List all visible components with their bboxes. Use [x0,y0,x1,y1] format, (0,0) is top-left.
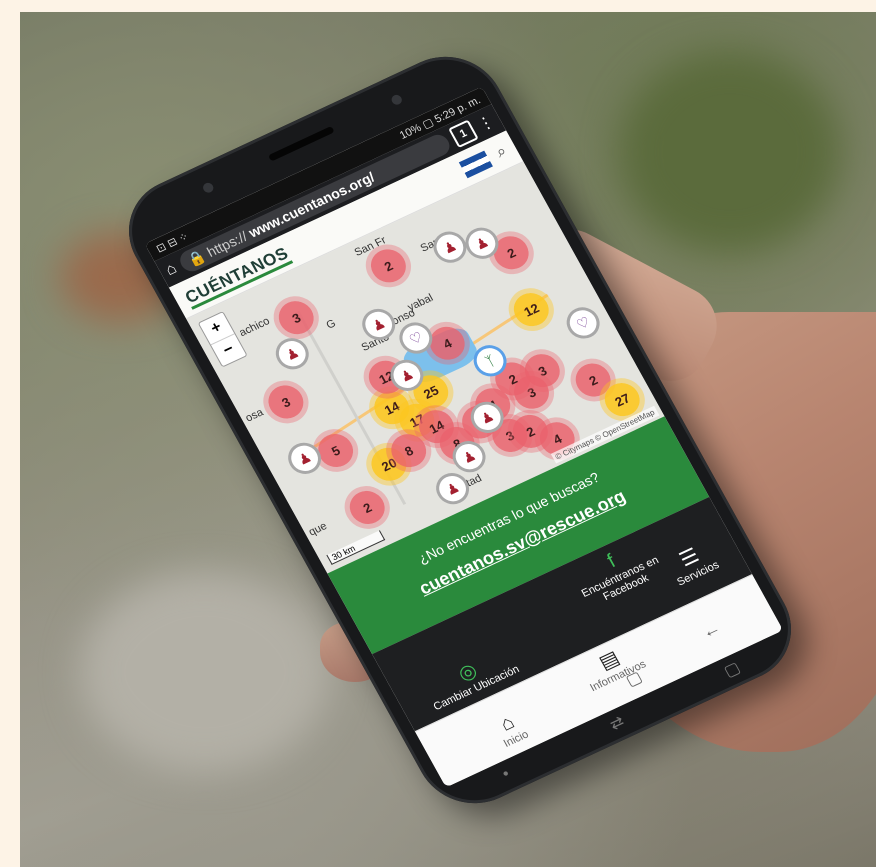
earpiece [267,125,335,162]
search-icon[interactable]: ⌕ [493,142,510,162]
service-pin[interactable]: ♡ [560,302,606,344]
swap-key[interactable]: ⇄ [606,712,628,735]
square-key[interactable]: ▢ [720,658,743,682]
place-label: G [324,317,338,332]
service-pin[interactable]: ♟ [430,467,475,510]
sensor [389,93,404,107]
home-icon[interactable]: ⌂ [163,260,181,280]
map-cluster[interactable]: 3 [272,295,320,340]
place-label: que [306,520,330,539]
phone-container: ⊡ ⊟ ⁘ 10% ▢ 5:29 p. m. ⌂ 🔒 https://www.c… [0,0,876,867]
place-label: achico [237,315,272,340]
zoom-control: + − [197,311,248,368]
service-pin[interactable]: ♟ [269,332,315,375]
menu-icon[interactable]: ⋮ [474,111,498,135]
smartphone: ⊡ ⊟ ⁘ 10% ▢ 5:29 p. m. ⌂ 🔒 https://www.c… [108,38,812,822]
place-label: osa [243,406,266,425]
language-flag[interactable] [458,150,493,178]
dot-key[interactable]: • [499,766,513,784]
map-cluster[interactable]: 2 [343,485,391,530]
tab-switcher-button[interactable]: 1 [448,119,479,149]
service-pin[interactable]: ♟ [356,303,401,346]
map-cluster[interactable]: 3 [262,379,310,425]
lock-icon: 🔒 [184,247,209,269]
front-camera [201,181,216,195]
back-icon[interactable]: ← [698,617,725,643]
